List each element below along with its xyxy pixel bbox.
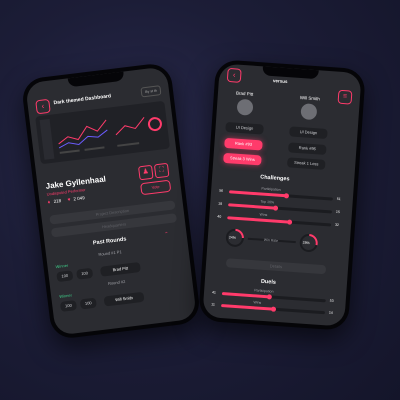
row-label: Participation — [261, 186, 281, 192]
ring-left-value: 24% — [228, 235, 237, 240]
row-bar — [227, 216, 332, 227]
expand-icon-button[interactable]: ⛶ — [153, 162, 170, 179]
notch — [262, 66, 319, 80]
row-bar-fill — [221, 292, 269, 299]
row-left-value: 11 — [211, 302, 215, 307]
player1-tag-design: UI Design — [225, 121, 264, 135]
win-rate-rings — [225, 228, 318, 252]
row-label: Wins — [259, 212, 268, 218]
header-title: Dark themed Dashboard — [53, 93, 112, 107]
duels-title: Duels — [260, 278, 277, 286]
opponent1-pill[interactable]: Brad Pitt — [99, 261, 141, 277]
winner1-label: Winner — [55, 262, 69, 270]
person-icon-button[interactable]: ♟ — [137, 164, 154, 181]
right-phone: ‹ versus ≡ Brad Pitt Will Smith UI Desig… — [198, 59, 366, 331]
round2-score-b: 100 — [79, 297, 97, 310]
row-right-value: 53 — [329, 298, 334, 303]
player1-avatar — [236, 98, 254, 116]
stat-trophies: 218 — [53, 198, 62, 204]
row-left-value: 56 — [219, 188, 224, 193]
player2-avatar — [300, 103, 318, 121]
round2-score-a: 100 — [59, 300, 78, 312]
player1-name: Brad Pitt — [235, 90, 254, 97]
player2-name: Will Smith — [299, 95, 320, 102]
round1-score-a: 100 — [56, 270, 74, 283]
row-label: Participation — [254, 288, 274, 294]
row-bar-handle — [266, 294, 272, 300]
row-bar-handle — [287, 219, 293, 225]
back-button[interactable]: ‹ — [35, 98, 51, 115]
right-screen: ‹ versus ≡ Brad Pitt Will Smith UI Desig… — [202, 63, 362, 327]
round1-score-b: 100 — [76, 267, 94, 280]
dashboard-preview — [35, 100, 171, 165]
row-label: Top 10% — [260, 199, 275, 205]
left-phone: ‹ Dark themed Dashboard By st th Jake Gy… — [20, 61, 202, 341]
row-bar-fill — [221, 304, 274, 311]
row-bar-fill — [227, 216, 290, 224]
row-bar — [221, 292, 326, 303]
round1-label: Round #1 P1 — [98, 249, 122, 257]
player2-rank: Rank #96 — [287, 142, 327, 155]
winner2-label: Winner — [58, 292, 73, 299]
row-left-value: 18 — [218, 201, 223, 206]
row-bar — [228, 203, 333, 214]
heart-icon: ♥ — [67, 196, 71, 204]
ring-right-value: 28% — [302, 240, 310, 246]
row-left-value: 40 — [217, 214, 222, 219]
player1-streak: Streak 3 Wins — [223, 152, 262, 166]
trophy-icon: ♦ — [47, 199, 51, 206]
player2-tag-design: UI Design — [289, 126, 328, 140]
versus-title: versus — [272, 78, 288, 85]
round2-label: Round #2 — [107, 278, 126, 286]
back-button[interactable]: ‹ — [226, 67, 242, 83]
row-bar-fill — [228, 203, 275, 210]
past-rounds-title: Past Rounds — [92, 236, 127, 247]
challenges-title: Challenges — [259, 174, 290, 183]
row-right-value: 15 — [335, 209, 340, 215]
row-bar-handle — [272, 205, 279, 211]
menu-icon-button[interactable]: ≡ — [337, 89, 353, 105]
row-bar-handle — [270, 306, 277, 312]
stat-likes: 2 049 — [73, 195, 85, 202]
row-label: Wins — [253, 300, 262, 305]
vote-button[interactable]: Vote — [140, 179, 172, 196]
row-left-value: 41 — [211, 290, 217, 295]
player2-streak: Streak 1 Loss — [286, 157, 326, 170]
row-bar — [228, 190, 333, 201]
row-right-value: 14 — [328, 310, 333, 315]
row-bar-handle — [283, 193, 290, 199]
header-badge[interactable]: By st th — [140, 85, 162, 98]
details-button[interactable]: Details — [225, 258, 327, 275]
dashboard-chart — [39, 117, 162, 160]
chevron-up-icon[interactable]: ⌃ — [164, 231, 169, 237]
left-screen: ‹ Dark themed Dashboard By st th Jake Gy… — [25, 66, 197, 336]
opponent2-pill[interactable]: Will Smith — [103, 291, 145, 307]
player1-rank: Rank #93 — [224, 137, 263, 151]
row-right-value: 32 — [334, 222, 340, 228]
row-bar — [221, 304, 325, 315]
row-right-value: 51 — [336, 196, 341, 202]
notch — [67, 71, 125, 88]
